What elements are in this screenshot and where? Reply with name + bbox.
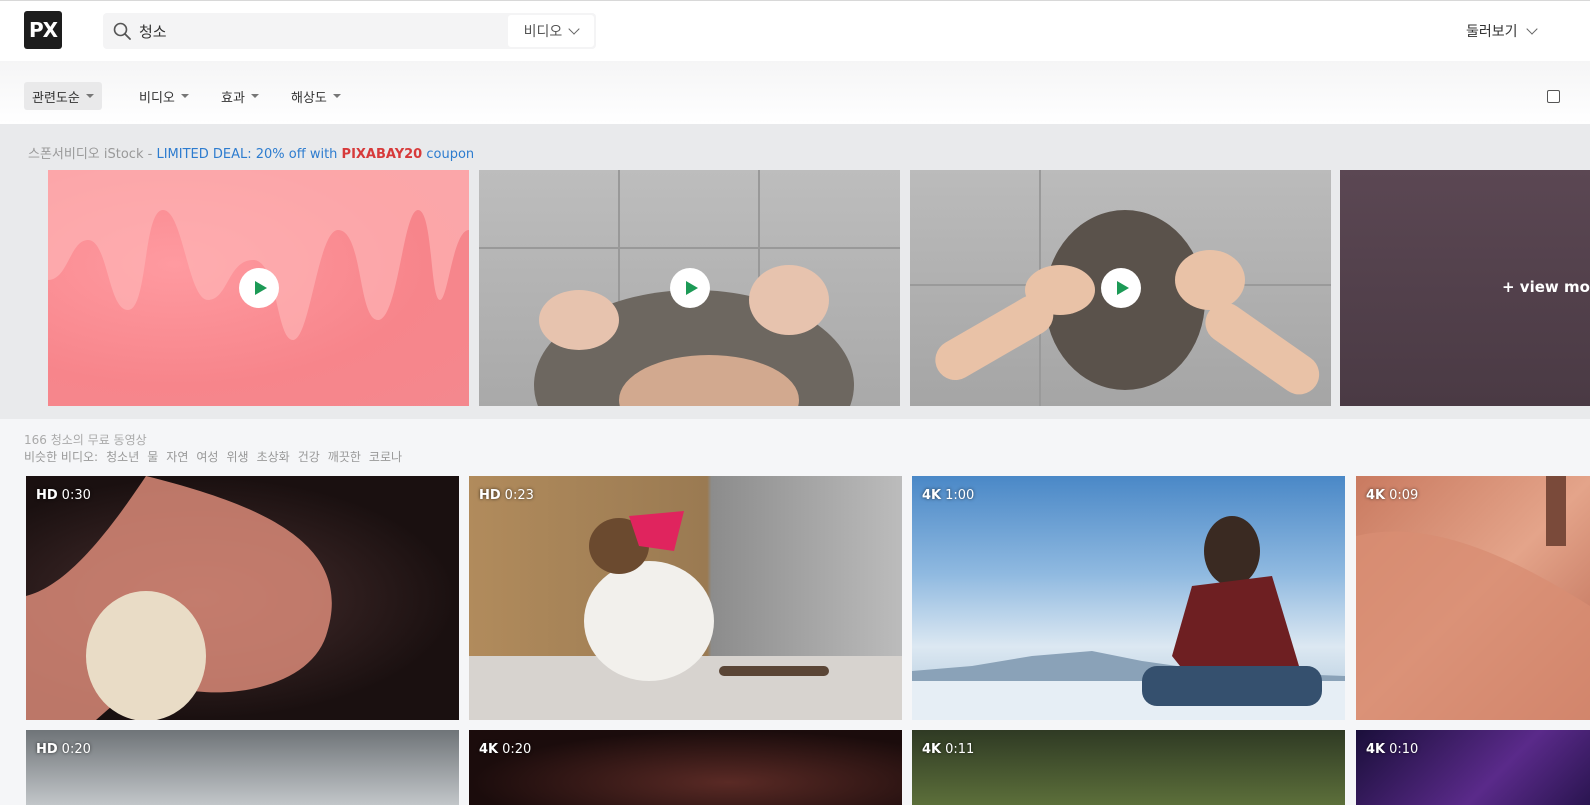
caret-down-icon: [250, 94, 259, 98]
explore-label: 둘러보기: [1466, 24, 1518, 40]
similar-tag[interactable]: 건강: [298, 448, 320, 465]
filter-checkbox[interactable]: [1547, 90, 1560, 103]
sort-filter[interactable]: 관련도순: [24, 82, 102, 110]
search-type-label: 비디오: [523, 24, 563, 40]
istock-deal-link[interactable]: LIMITED DEAL: 20% off with PIXABAY20 cou…: [156, 147, 474, 162]
similar-videos: 비슷한 비디오: 청소년 물 자연 여성 위생 초상화 건강 깨끗한 코로나: [24, 448, 402, 465]
similar-label: 비슷한 비디오:: [24, 450, 99, 464]
quality-label: HD: [479, 488, 501, 503]
sponsored-video-thumbnail[interactable]: [910, 170, 1331, 406]
cleaning-cloth-image: [26, 476, 332, 720]
video-card[interactable]: HD 0:30: [26, 476, 459, 720]
duration-label: 0:20: [61, 742, 91, 757]
hands-washing-image: [1356, 476, 1590, 720]
filter-bar: 관련도순 비디오 효과 해상도: [0, 61, 1590, 124]
similar-tag[interactable]: 물: [147, 448, 158, 465]
explore-menu[interactable]: 둘러보기: [1466, 21, 1538, 41]
video-card[interactable]: 4K 0:20: [469, 730, 902, 805]
duration-label: 0:10: [1389, 742, 1419, 757]
effects-filter[interactable]: 효과: [221, 82, 259, 110]
sponsor-prefix: 스폰서비디오 iStock -: [28, 147, 157, 162]
video-duration-badge: HD 0:30: [36, 488, 91, 503]
chevron-down-icon: [1525, 23, 1538, 35]
results-count: 166 청소의 무료 동영상: [24, 433, 147, 447]
video-card[interactable]: 4K 0:09: [1356, 476, 1590, 720]
video-duration-badge: 4K 0:10: [1366, 742, 1418, 757]
quality-label: 4K: [479, 742, 499, 757]
quality-label: HD: [36, 488, 58, 503]
sponsored-section: 스폰서비디오 iStock - LIMITED DEAL: 20% off wi…: [0, 124, 1590, 419]
similar-tag[interactable]: 여성: [196, 448, 218, 465]
similar-tag[interactable]: 초상화: [257, 448, 290, 465]
similar-tag[interactable]: 위생: [226, 448, 248, 465]
video-duration-badge: 4K 1:00: [922, 488, 974, 503]
similar-tag[interactable]: 코로나: [369, 448, 402, 465]
effects-filter-label: 효과: [221, 90, 245, 106]
quality-label: 4K: [1366, 488, 1386, 503]
search-type-dropdown[interactable]: 비디오: [508, 15, 594, 47]
video-card[interactable]: HD 0:23: [469, 476, 902, 720]
duration-label: 0:30: [61, 488, 91, 503]
search-icon[interactable]: [113, 22, 131, 40]
caret-down-icon: [332, 94, 341, 98]
caret-down-icon: [85, 94, 94, 98]
top-header: PX 비디오 둘러보기: [0, 0, 1590, 61]
video-duration-badge: 4K 0:11: [922, 742, 974, 757]
deal-text: LIMITED DEAL: 20% off with: [156, 147, 342, 162]
sponsor-text: 스폰서비디오 iStock - LIMITED DEAL: 20% off wi…: [28, 143, 474, 162]
media-type-filter-label: 비디오: [139, 90, 175, 106]
view-more-label: + view more: [1502, 278, 1590, 296]
duration-label: 0:20: [502, 742, 532, 757]
play-icon[interactable]: [238, 268, 279, 308]
quality-label: 4K: [922, 488, 942, 503]
similar-tag[interactable]: 청소년: [106, 448, 139, 465]
sponsored-video-thumbnail[interactable]: [479, 170, 900, 406]
video-card[interactable]: 4K 1:00: [912, 476, 1345, 720]
search-input[interactable]: [139, 13, 499, 49]
video-card[interactable]: 4K 0:11: [912, 730, 1345, 805]
play-icon[interactable]: [669, 268, 710, 308]
resolution-filter[interactable]: 해상도: [291, 82, 341, 110]
woman-sky-image: [912, 516, 1345, 720]
pixabay-logo[interactable]: PX: [24, 11, 62, 49]
duration-label: 0:23: [504, 488, 534, 503]
quality-label: 4K: [922, 742, 942, 757]
caret-down-icon: [180, 94, 189, 98]
resolution-filter-label: 해상도: [291, 90, 327, 106]
similar-tag[interactable]: 자연: [166, 448, 188, 465]
video-duration-badge: 4K 0:09: [1366, 488, 1418, 503]
cat-image: [469, 511, 902, 720]
duration-label: 0:09: [1389, 488, 1419, 503]
chevron-down-icon: [568, 23, 580, 35]
sponsored-video-thumbnail[interactable]: [48, 170, 469, 406]
video-duration-badge: HD 0:20: [36, 742, 91, 757]
video-duration-badge: 4K 0:20: [479, 742, 531, 757]
video-card[interactable]: 4K 0:10: [1356, 730, 1590, 805]
quality-label: 4K: [1366, 742, 1386, 757]
video-card[interactable]: HD 0:20: [26, 730, 459, 805]
deal-suffix: coupon: [422, 147, 475, 162]
duration-label: 1:00: [945, 488, 975, 503]
duration-label: 0:11: [945, 742, 975, 757]
video-duration-badge: HD 0:23: [479, 488, 534, 503]
quality-label: HD: [36, 742, 58, 757]
coupon-code: PIXABAY20: [341, 147, 423, 162]
similar-tag[interactable]: 깨끗한: [328, 448, 361, 465]
search-bar: 비디오: [103, 13, 596, 49]
sort-filter-label: 관련도순: [32, 90, 80, 106]
play-icon[interactable]: [1100, 268, 1141, 308]
media-type-filter[interactable]: 비디오: [139, 82, 189, 110]
view-more-tile[interactable]: + view more: [1340, 170, 1590, 406]
